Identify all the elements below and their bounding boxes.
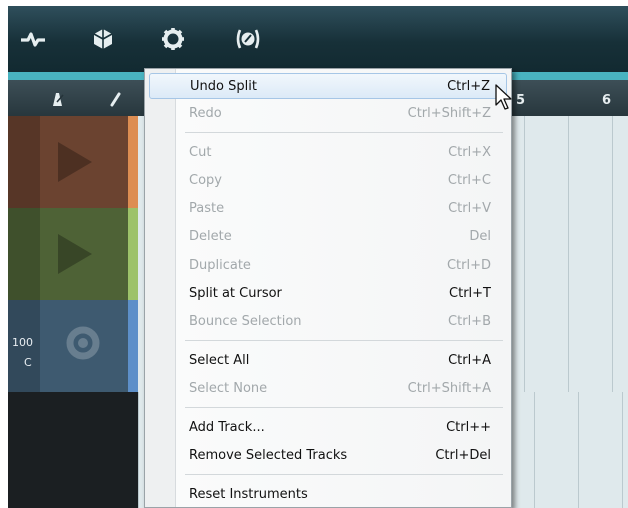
menu-item-label: Redo	[189, 106, 222, 121]
menu-item-paste[interactable]: Paste Ctrl+V	[149, 196, 507, 222]
menu-item-label: Undo Split	[190, 79, 257, 94]
menu-item-label: Remove Selected Tracks	[189, 448, 348, 463]
menu-item-shortcut: Ctrl+X	[448, 145, 491, 160]
cube-icon[interactable]	[88, 24, 118, 54]
menu-item-label: Delete	[189, 229, 232, 244]
menu-item-label: Add Track...	[189, 420, 265, 435]
menu-item-label: Cut	[189, 145, 212, 160]
mouse-pointer-icon	[495, 84, 512, 110]
menu-item-shortcut: Ctrl+Shift+Z	[407, 106, 491, 121]
pencil-icon[interactable]	[106, 90, 124, 108]
track-volume-value[interactable]: 100	[12, 336, 33, 349]
menu-item-label: Split at Cursor	[189, 286, 282, 301]
audio-clip[interactable]	[128, 208, 138, 300]
menu-item-shortcut: Ctrl+T	[449, 286, 491, 301]
tuner-icon[interactable]	[233, 24, 263, 54]
track-header-strip	[8, 208, 40, 300]
menu-item-shortcut: Ctrl+D	[446, 258, 491, 273]
metronome-icon[interactable]	[48, 90, 66, 108]
menu-item-shortcut: Del	[469, 229, 491, 244]
menu-item-shortcut: Ctrl+Z	[447, 79, 490, 94]
menu-item-shortcut: Ctrl+A	[448, 353, 491, 368]
menu-separator	[185, 340, 503, 341]
play-icon[interactable]	[58, 142, 92, 182]
menu-separator	[185, 474, 503, 475]
menu-separator	[185, 132, 503, 133]
menu-item-split-at-cursor[interactable]: Split at Cursor Ctrl+T	[149, 281, 507, 307]
menu-item-label: Select All	[189, 353, 250, 368]
menu-item-label: Select None	[189, 381, 268, 396]
menu-item-label: Bounce Selection	[189, 314, 302, 329]
menu-item-undo-split[interactable]: Undo Split Ctrl+Z	[149, 73, 507, 99]
menu-item-delete[interactable]: Delete Del	[149, 224, 507, 250]
menu-item-shortcut: Ctrl+Shift+A	[407, 381, 491, 396]
track-header[interactable]	[8, 208, 128, 300]
ruler-bar-6: 6	[602, 93, 612, 108]
menu-item-select-none[interactable]: Select None Ctrl+Shift+A	[149, 376, 507, 402]
track-pan-value[interactable]: C	[24, 356, 32, 369]
menu-item-label: Reset Instruments	[189, 487, 308, 502]
track-header-strip	[8, 116, 40, 208]
play-icon[interactable]	[58, 234, 92, 274]
menu-item-add-track[interactable]: Add Track... Ctrl++	[149, 415, 507, 441]
menu-item-shortcut: Ctrl+B	[448, 314, 491, 329]
menu-item-label: Paste	[189, 201, 225, 216]
menu-item-copy[interactable]: Copy Ctrl+C	[149, 168, 507, 194]
menu-item-duplicate[interactable]: Duplicate Ctrl+D	[149, 253, 507, 279]
menu-item-reset-instruments[interactable]: Reset Instruments	[149, 482, 507, 508]
toolbar	[8, 6, 628, 72]
menu-item-remove-selected-tracks[interactable]: Remove Selected Tracks Ctrl+Del	[149, 443, 507, 469]
track-header[interactable]: 100 C	[8, 300, 128, 392]
menu-separator	[185, 407, 503, 408]
menu-item-redo[interactable]: Redo Ctrl+Shift+Z	[149, 101, 507, 127]
menu-item-bounce-selection[interactable]: Bounce Selection Ctrl+B	[149, 309, 507, 335]
menu-item-shortcut: Ctrl+C	[447, 173, 491, 188]
empty-track-area	[8, 392, 138, 508]
track-header[interactable]	[8, 116, 128, 208]
menu-item-select-all[interactable]: Select All Ctrl+A	[149, 348, 507, 374]
instrument-clip[interactable]	[128, 300, 138, 392]
daw-window: 5 6 100 C Undo Split Ctrl+Z Redo Ctrl+Sh…	[8, 6, 628, 508]
ruler-bar-5: 5	[516, 93, 526, 108]
context-menu: Undo Split Ctrl+Z Redo Ctrl+Shift+Z Cut …	[144, 68, 512, 508]
gear-icon[interactable]	[158, 24, 188, 54]
menu-item-shortcut: Ctrl++	[446, 420, 491, 435]
audio-clip[interactable]	[128, 116, 138, 208]
menu-item-label: Duplicate	[189, 258, 251, 273]
menu-item-label: Copy	[189, 173, 222, 188]
instrument-icon[interactable]	[64, 324, 102, 362]
menu-item-shortcut: Ctrl+Del	[435, 448, 491, 463]
menu-item-shortcut: Ctrl+V	[448, 201, 491, 216]
waveform-icon[interactable]	[18, 24, 48, 54]
menu-item-cut[interactable]: Cut Ctrl+X	[149, 140, 507, 166]
